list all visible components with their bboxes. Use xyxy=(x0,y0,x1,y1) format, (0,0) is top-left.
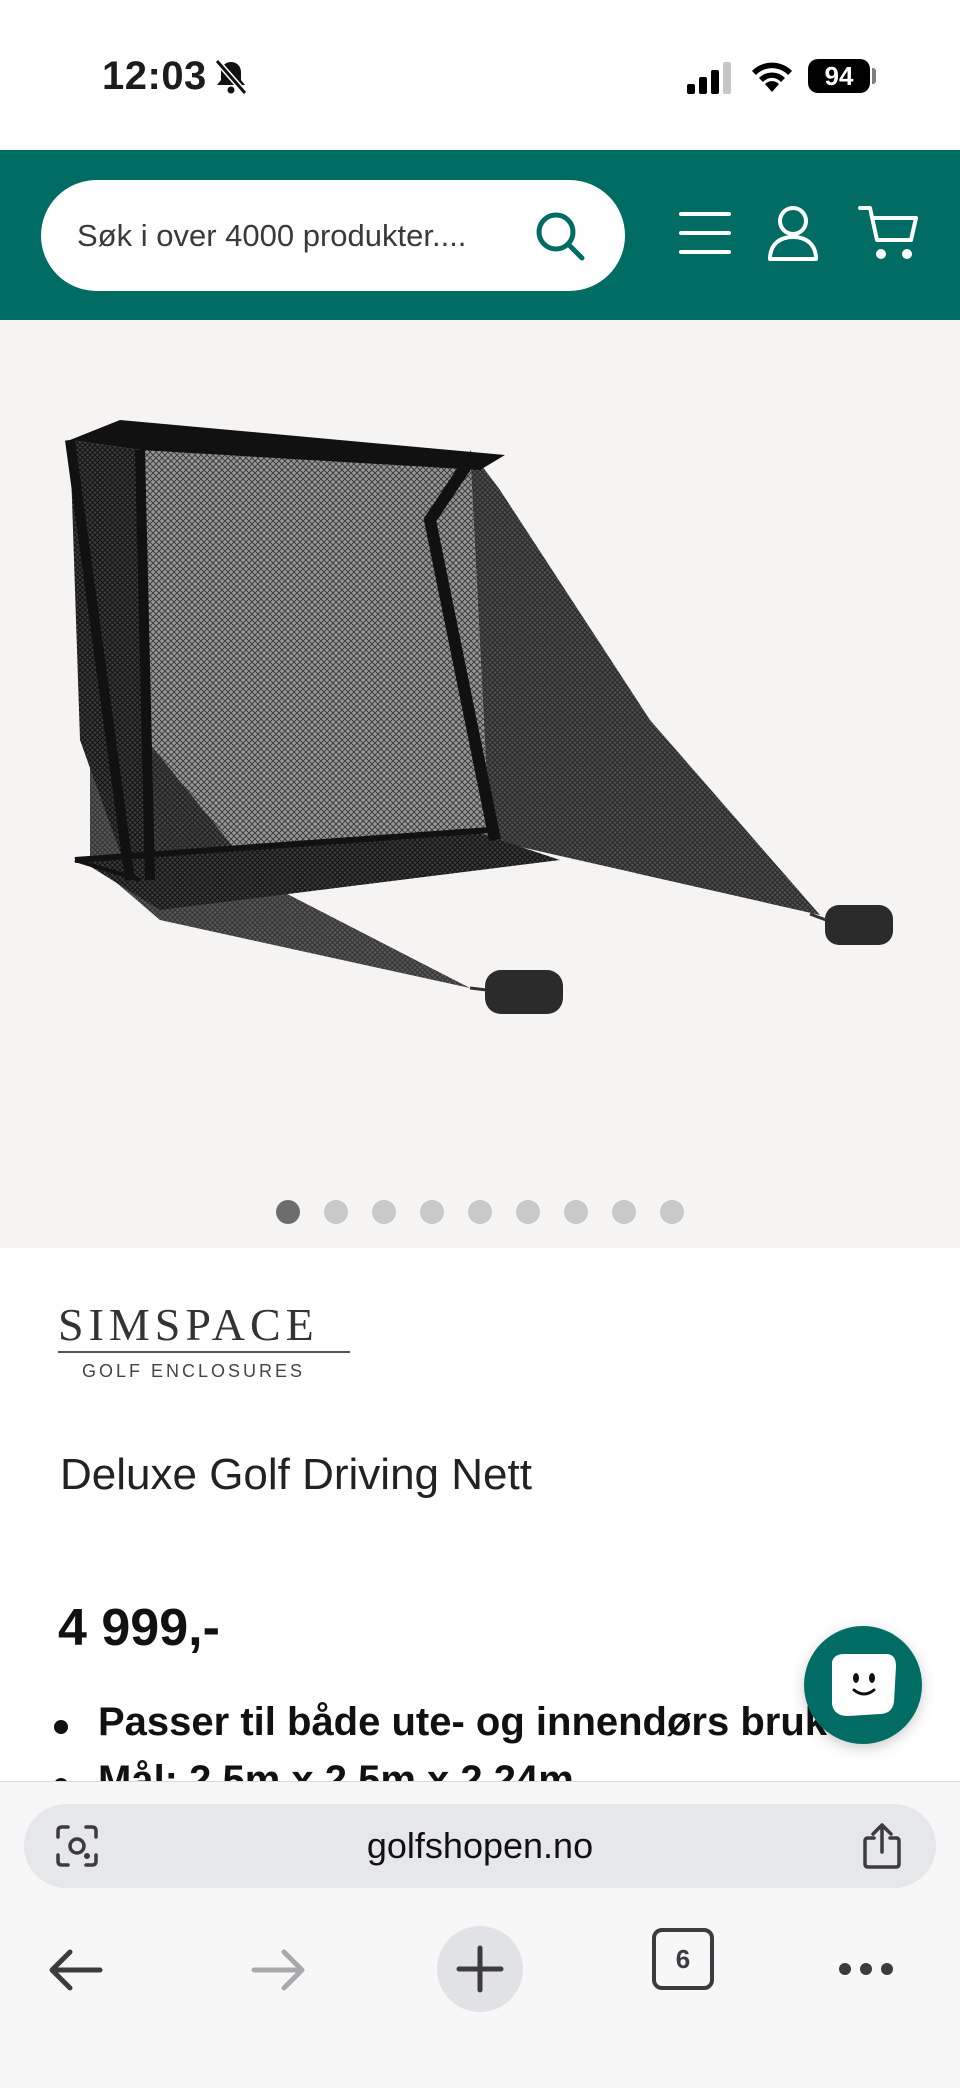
more-icon[interactable] xyxy=(838,1962,894,1976)
gallery-dot[interactable] xyxy=(276,1200,300,1224)
tabs-icon[interactable]: 6 xyxy=(652,1928,714,1990)
product-image-gallery[interactable] xyxy=(0,320,960,1248)
chat-button[interactable] xyxy=(804,1626,922,1744)
status-bar: 12:03 94 xyxy=(0,0,960,150)
cart-icon[interactable] xyxy=(858,204,920,262)
address-bar[interactable]: golfshopen.no xyxy=(24,1804,936,1888)
account-icon[interactable] xyxy=(766,204,820,262)
product-price: 4 999,- xyxy=(58,1599,220,1657)
gallery-dot[interactable] xyxy=(564,1200,588,1224)
battery-tip xyxy=(872,68,876,84)
new-tab-icon xyxy=(456,1945,504,1993)
gallery-dot[interactable] xyxy=(468,1200,492,1224)
gallery-dot[interactable] xyxy=(660,1200,684,1224)
logo-wordmark: SIMSPACE xyxy=(58,1300,319,1350)
search-bar[interactable] xyxy=(41,180,625,291)
forward-icon[interactable] xyxy=(250,1948,306,1992)
new-tab-button[interactable] xyxy=(437,1926,523,2012)
golf-net-image xyxy=(65,420,893,1014)
gallery-dot[interactable] xyxy=(372,1200,396,1224)
url-text[interactable]: golfshopen.no xyxy=(24,1804,936,1888)
gallery-dot[interactable] xyxy=(324,1200,348,1224)
back-icon[interactable] xyxy=(48,1948,104,1992)
chat-face-icon xyxy=(832,1654,896,1716)
search-icon[interactable] xyxy=(534,210,586,262)
product-title: Deluxe Golf Driving Nett xyxy=(60,1450,532,1499)
wifi-icon xyxy=(752,62,792,92)
simspace-logo: SIMSPACE GOLF ENCLOSURES xyxy=(58,1300,350,1381)
menu-icon[interactable] xyxy=(679,208,731,258)
silent-bell-icon xyxy=(214,59,248,95)
gallery-dot[interactable] xyxy=(612,1200,636,1224)
signal-icon xyxy=(687,62,731,94)
gallery-dot[interactable] xyxy=(420,1200,444,1224)
logo-tagline: GOLF ENCLOSURES xyxy=(82,1361,305,1381)
gallery-pagination xyxy=(0,1200,960,1224)
browser-toolbar: golfshopen.no 6 xyxy=(0,1781,960,2088)
battery-icon: 94 xyxy=(808,59,870,93)
gallery-dot[interactable] xyxy=(516,1200,540,1224)
site-header xyxy=(0,150,960,320)
share-icon[interactable] xyxy=(860,1822,904,1870)
clock: 12:03 xyxy=(102,54,207,98)
search-input[interactable] xyxy=(77,180,547,291)
